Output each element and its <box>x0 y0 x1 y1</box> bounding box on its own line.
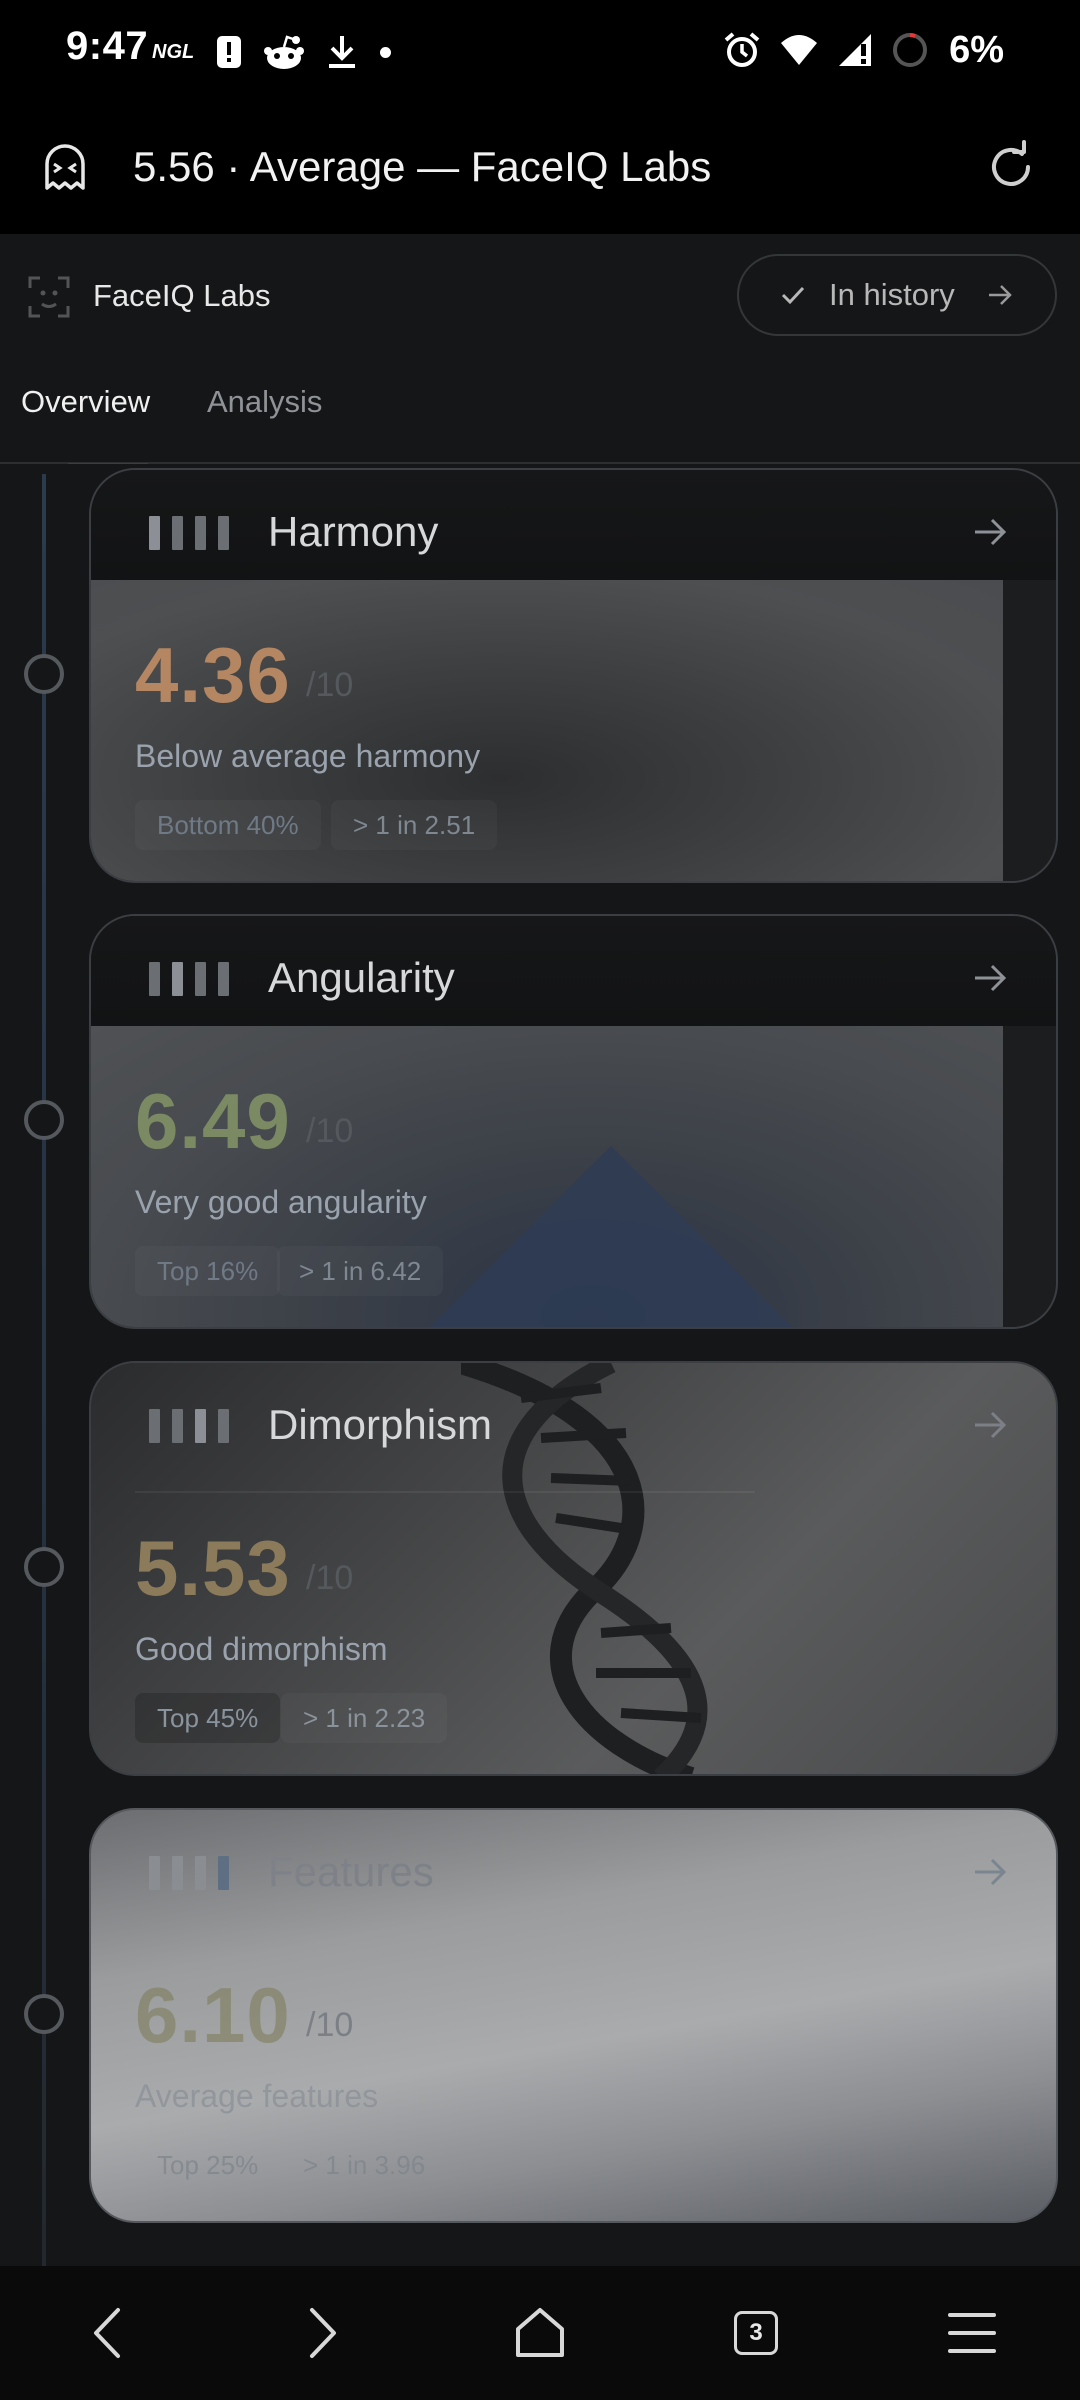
score-max: /10 <box>306 2006 354 2044</box>
timeline-node <box>24 1547 64 1587</box>
rank-chip: Top 16% <box>135 1246 280 1296</box>
score-value: 4.36 <box>135 631 291 719</box>
menu-button[interactable] <box>937 2302 1007 2364</box>
signal-icon <box>839 34 872 66</box>
ratio-chip: > 1 in 2.51 <box>331 800 497 850</box>
bars-icon <box>149 1409 229 1443</box>
tab-bar: Overview Analysis <box>0 384 1080 466</box>
mountain-image <box>430 1146 792 1327</box>
tabs-icon: 3 <box>734 2311 778 2355</box>
in-history-label: In history <box>829 277 955 312</box>
card-harmony[interactable]: Harmony 4.36 /10 Below average harmony B… <box>89 468 1058 883</box>
browser-nav-bar: 3 <box>0 2266 1080 2400</box>
rank-chip: Top 25% <box>157 2150 259 2180</box>
battery-percent: 6% <box>949 28 1004 71</box>
card-dimorphism[interactable]: Dimorphism 5.53 /10 Good dimorphism Top … <box>89 1361 1058 1776</box>
tabs-button[interactable]: 3 <box>721 2302 791 2364</box>
score-value: 5.53 <box>135 1524 291 1612</box>
dot-icon <box>380 46 392 58</box>
download-icon <box>329 36 356 68</box>
clock: 9:47 <box>66 24 149 68</box>
results-list[interactable]: Harmony 4.36 /10 Below average harmony B… <box>0 464 1080 2266</box>
tab-analysis[interactable]: Analysis <box>207 384 322 420</box>
status-bar: 9:47 NGL 6% <box>0 0 1080 100</box>
bars-icon <box>149 962 229 996</box>
page-title[interactable]: 5.56 · Average — FaceIQ Labs <box>133 143 711 191</box>
back-icon <box>94 2308 120 2358</box>
in-history-button[interactable]: In history <box>737 254 1057 336</box>
score-description: Below average harmony <box>135 738 481 774</box>
score-max: /10 <box>306 666 354 704</box>
rank-chip: Bottom 40% <box>135 800 321 850</box>
forward-button[interactable] <box>288 2302 358 2364</box>
face-scan-icon <box>28 276 70 318</box>
reload-icon[interactable] <box>984 140 1038 194</box>
wifi-icon <box>781 35 818 65</box>
score-max: /10 <box>306 1559 354 1597</box>
menu-icon <box>948 2313 996 2353</box>
rank-chip: Top 45% <box>135 1693 281 1743</box>
arrow-right-icon[interactable] <box>972 1407 1008 1443</box>
arrow-right-icon <box>988 285 1012 305</box>
score-description: Average features <box>135 2078 379 2114</box>
back-button[interactable] <box>72 2302 142 2364</box>
ratio-chip: > 1 in 6.42 <box>277 1246 443 1296</box>
bars-icon <box>149 1856 229 1890</box>
reddit-icon <box>264 35 305 69</box>
arrow-right-icon[interactable] <box>972 514 1008 550</box>
battery-icon <box>893 33 928 67</box>
site-header: FaceIQ Labs In history Overview Analysis <box>0 234 1080 466</box>
score-value: 6.10 <box>135 1971 291 2059</box>
timeline-node <box>24 654 64 694</box>
card-angularity[interactable]: Angularity 6.49 /10 Very good angularity… <box>89 914 1058 1329</box>
card-divider <box>135 1491 755 1493</box>
dna-helix-image <box>461 1363 708 1774</box>
ghost-face-icon <box>45 144 85 190</box>
forward-icon <box>310 2308 336 2358</box>
notification-icons: NGL <box>152 30 392 74</box>
home-button[interactable] <box>505 2302 575 2364</box>
score-value: 6.49 <box>135 1077 291 1165</box>
home-icon <box>516 2308 564 2357</box>
card-header <box>91 470 1056 580</box>
score-max: /10 <box>306 1112 354 1150</box>
card-title: Angularity <box>268 954 455 1001</box>
browser-toolbar: 5.56 · Average — FaceIQ Labs <box>0 100 1080 234</box>
check-icon <box>781 286 805 305</box>
ratio-chip: > 1 in 3.96 <box>303 2150 426 2180</box>
tab-overview[interactable]: Overview <box>21 384 150 420</box>
card-title: Dimorphism <box>268 1401 493 1448</box>
card-header <box>91 916 1056 1026</box>
alert-icon <box>217 36 242 68</box>
ngl-icon: NGL <box>152 40 195 63</box>
card-features[interactable]: Features 6.10 /10 Average features Top 2… <box>89 1808 1058 2223</box>
card-title: Harmony <box>268 508 439 555</box>
alarm-icon <box>724 32 760 67</box>
timeline-node <box>24 1994 64 2034</box>
arrow-right-icon[interactable] <box>972 1854 1008 1890</box>
brand-name[interactable]: FaceIQ Labs <box>93 278 270 314</box>
bars-icon <box>149 516 229 550</box>
system-icons: 6% <box>723 26 1004 74</box>
card-title: Features <box>268 1848 434 1895</box>
score-description: Very good angularity <box>135 1184 427 1220</box>
arrow-right-icon[interactable] <box>972 960 1008 996</box>
score-description: Good dimorphism <box>135 1631 388 1667</box>
timeline-node <box>24 1100 64 1140</box>
ratio-chip: > 1 in 2.23 <box>281 1693 447 1743</box>
